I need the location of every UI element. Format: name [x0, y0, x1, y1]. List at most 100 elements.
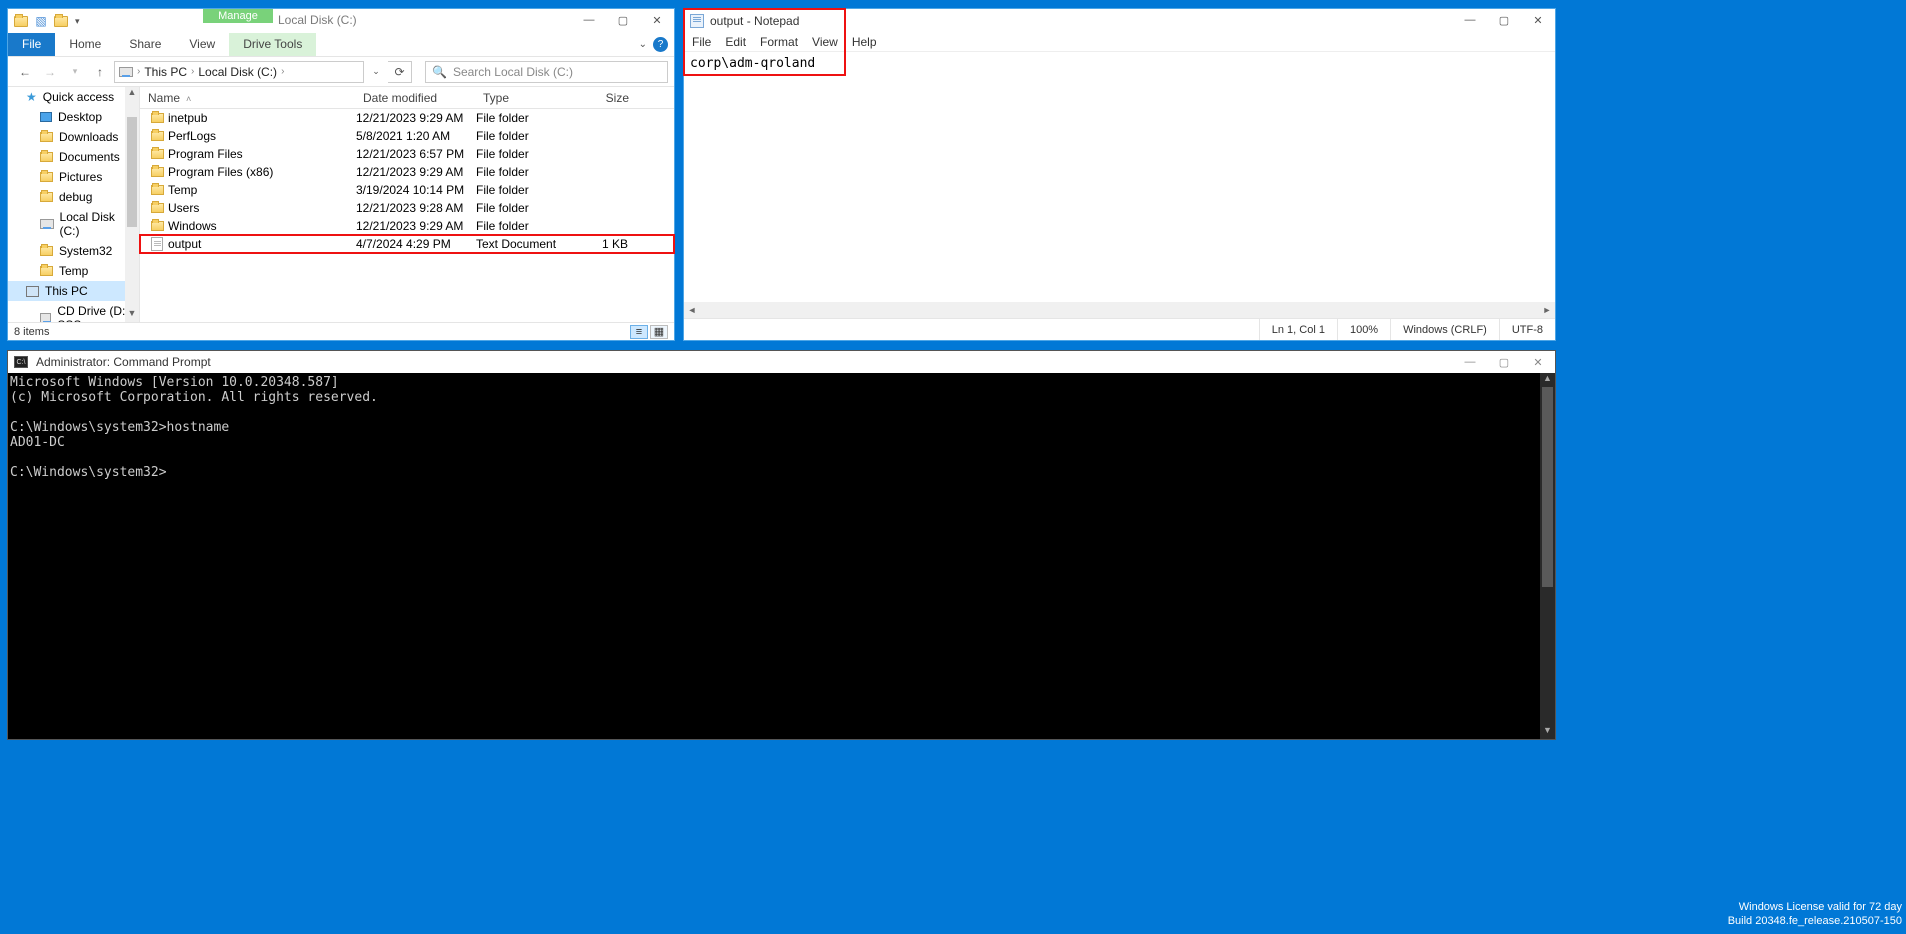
cmd-app-icon: C:\	[14, 356, 28, 368]
column-date[interactable]: Date modified	[355, 91, 475, 105]
minimize-button[interactable]: —	[1453, 351, 1487, 373]
tree-item[interactable]: System32	[8, 241, 139, 261]
cmd-title: Administrator: Command Prompt	[36, 355, 211, 369]
file-row[interactable]: Program Files (x86)12/21/2023 9:29 AMFil…	[140, 163, 674, 181]
status-eol: Windows (CRLF)	[1390, 319, 1499, 340]
folder-icon	[151, 167, 164, 177]
column-size[interactable]: Size	[575, 91, 637, 105]
file-list[interactable]: Name˄ Date modified Type Size inetpub12/…	[140, 87, 674, 322]
tree-item[interactable]: Documents	[8, 147, 139, 167]
explorer-app-icon[interactable]	[12, 12, 30, 30]
tree-item-label: Downloads	[59, 130, 118, 144]
up-button[interactable]: ↑	[89, 61, 111, 83]
qat-properties-icon[interactable]: ▧	[32, 12, 50, 30]
scroll-up-icon[interactable]: ▲	[125, 87, 139, 101]
tree-item[interactable]: debug	[8, 187, 139, 207]
chevron-right-icon[interactable]: ›	[191, 66, 194, 77]
notepad-h-scroll[interactable]: ◄ ►	[684, 302, 1555, 318]
cmd-titlebar[interactable]: C:\ Administrator: Command Prompt — ▢ ✕	[8, 351, 1555, 373]
tree-item[interactable]: Downloads	[8, 127, 139, 147]
file-row[interactable]: output4/7/2024 4:29 PMText Document1 KB	[140, 235, 674, 253]
menu-file[interactable]: File	[692, 35, 711, 49]
file-row[interactable]: Windows12/21/2023 9:29 AMFile folder	[140, 217, 674, 235]
pc-icon	[26, 286, 39, 297]
search-box[interactable]: 🔍	[425, 61, 668, 83]
ribbon-expand-caret[interactable]: ⌄	[639, 39, 647, 50]
file-row[interactable]: PerfLogs5/8/2021 1:20 AMFile folder	[140, 127, 674, 145]
scroll-up-icon[interactable]: ▲	[1540, 373, 1555, 387]
column-type[interactable]: Type	[475, 91, 575, 105]
recent-caret[interactable]: ▾	[64, 61, 86, 83]
cell-name: inetpub	[168, 111, 356, 125]
maximize-button[interactable]: ▢	[606, 9, 640, 31]
chevron-right-icon[interactable]: ›	[281, 66, 284, 77]
scroll-left-icon[interactable]: ◄	[684, 302, 700, 318]
cell-type: File folder	[476, 111, 576, 125]
breadcrumb-root[interactable]: This PC	[144, 65, 187, 79]
cell-date: 12/21/2023 9:29 AM	[356, 219, 476, 233]
column-name[interactable]: Name˄	[140, 91, 355, 105]
scroll-thumb[interactable]	[1542, 387, 1553, 587]
scroll-down-icon[interactable]: ▼	[1540, 725, 1555, 739]
ribbon-tab-home[interactable]: Home	[55, 33, 115, 56]
tree-item[interactable]: Temp	[8, 261, 139, 281]
scroll-thumb[interactable]	[127, 117, 137, 227]
folder-icon	[40, 266, 53, 276]
ribbon-tab-share[interactable]: Share	[115, 33, 175, 56]
maximize-button[interactable]: ▢	[1487, 9, 1521, 31]
status-item-count: 8 items	[14, 326, 49, 338]
ribbon-tab-view[interactable]: View	[175, 33, 229, 56]
cell-date: 5/8/2021 1:20 AM	[356, 129, 476, 143]
menu-edit[interactable]: Edit	[725, 35, 746, 49]
maximize-button[interactable]: ▢	[1487, 351, 1521, 373]
back-button[interactable]: ←	[14, 61, 36, 83]
close-button[interactable]: ✕	[1521, 9, 1555, 31]
qat-new-folder-icon[interactable]	[52, 12, 70, 30]
cmd-scrollbar[interactable]: ▲ ▼	[1540, 373, 1555, 739]
minimize-button[interactable]: —	[572, 9, 606, 31]
chevron-right-icon[interactable]: ›	[137, 66, 140, 77]
notepad-textarea[interactable]: corp\adm-qroland	[684, 52, 1555, 318]
file-row[interactable]: Temp3/19/2024 10:14 PMFile folder	[140, 181, 674, 199]
qat-customize-caret[interactable]: ▾	[72, 16, 83, 27]
tree-item[interactable]: Pictures	[8, 167, 139, 187]
ribbon-tab-drive[interactable]: Drive Tools	[229, 33, 316, 56]
file-row[interactable]: inetpub12/21/2023 9:29 AMFile folder	[140, 109, 674, 127]
forward-button[interactable]: →	[39, 61, 61, 83]
icons-view-button[interactable]: ▦	[650, 325, 668, 339]
watermark-line1: Windows License valid for 72 day	[1728, 900, 1902, 914]
ribbon-tab-file[interactable]: File	[8, 33, 55, 56]
tree-item[interactable]: Desktop	[8, 107, 139, 127]
file-row[interactable]: Users12/21/2023 9:28 AMFile folder	[140, 199, 674, 217]
scroll-right-icon[interactable]: ►	[1539, 302, 1555, 318]
tree-item-label: Quick access	[43, 90, 114, 104]
scroll-down-icon[interactable]: ▼	[125, 308, 139, 322]
column-headers[interactable]: Name˄ Date modified Type Size	[140, 87, 674, 109]
cell-type: File folder	[476, 129, 576, 143]
menu-format[interactable]: Format	[760, 35, 798, 49]
details-view-button[interactable]: ≡	[630, 325, 648, 339]
minimize-button[interactable]: —	[1453, 9, 1487, 31]
address-bar[interactable]: › This PC › Local Disk (C:) ›	[114, 61, 364, 83]
help-icon[interactable]: ?	[653, 37, 668, 52]
menu-view[interactable]: View	[812, 35, 838, 49]
explorer-titlebar[interactable]: ▧ ▾ Manage Local Disk (C:) — ▢ ✕	[8, 9, 674, 33]
cell-name: output	[168, 237, 356, 251]
search-input[interactable]	[453, 65, 661, 79]
tree-item[interactable]: This PC	[8, 281, 139, 301]
navigation-pane[interactable]: ★Quick accessDesktop Downloads DocumentsPi…	[8, 87, 140, 322]
close-button[interactable]: ✕	[1521, 351, 1555, 373]
nav-scrollbar[interactable]: ▲ ▼	[125, 87, 139, 322]
notepad-titlebar[interactable]: output - Notepad — ▢ ✕	[684, 9, 1555, 32]
breadcrumb-current[interactable]: Local Disk (C:)	[198, 65, 277, 79]
menu-help[interactable]: Help	[852, 35, 877, 49]
file-row[interactable]: Program Files12/21/2023 6:57 PMFile fold…	[140, 145, 674, 163]
cmd-content[interactable]: Microsoft Windows [Version 10.0.20348.58…	[8, 373, 1555, 482]
cell-date: 4/7/2024 4:29 PM	[356, 237, 476, 251]
refresh-button[interactable]: ⟳	[388, 61, 412, 83]
tree-item[interactable]: ★Quick access	[8, 87, 139, 107]
tree-item[interactable]: CD Drive (D:) SSS	[8, 301, 139, 322]
close-button[interactable]: ✕	[640, 9, 674, 31]
tree-item[interactable]: Local Disk (C:)	[8, 207, 139, 241]
address-dropdown[interactable]: ⌄	[367, 66, 385, 77]
